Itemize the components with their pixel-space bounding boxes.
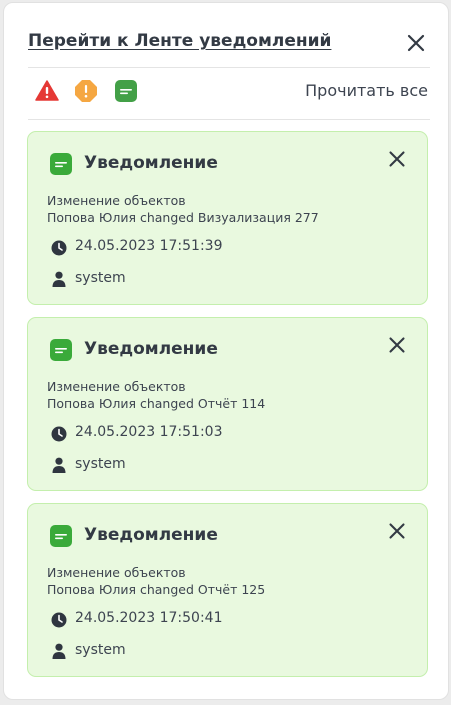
user-icon <box>52 643 66 659</box>
notification-category: Изменение объектов <box>47 565 186 580</box>
notification-user: system <box>75 456 126 472</box>
notification-message-icon <box>50 339 72 361</box>
clock-icon <box>51 426 67 442</box>
header-divider <box>28 67 430 68</box>
filter-notifications-button[interactable] <box>114 79 138 103</box>
notification-card: Уведомление Изменение объектов Попова Юл… <box>27 317 428 491</box>
notification-title: Уведомление <box>84 525 218 545</box>
notification-message: Попова Юлия changed Визуализация 277 <box>47 210 319 225</box>
dismiss-notification-button[interactable] <box>386 334 408 356</box>
close-icon <box>389 151 405 167</box>
clock-icon <box>51 612 67 628</box>
notification-title: Уведомление <box>84 339 218 359</box>
close-icon <box>389 337 405 353</box>
notification-category: Изменение объектов <box>47 379 186 394</box>
notification-message: Попова Юлия changed Отчёт 114 <box>47 396 266 411</box>
error-triangle-icon <box>35 80 59 101</box>
user-icon <box>52 271 66 287</box>
clock-icon <box>51 240 67 256</box>
notification-message-icon <box>50 153 72 175</box>
toolbar-divider <box>28 119 430 120</box>
notification-timestamp: 24.05.2023 17:51:03 <box>75 424 223 440</box>
notification-message-icon <box>50 525 72 547</box>
filter-errors-button[interactable] <box>35 79 59 103</box>
notification-timestamp: 24.05.2023 17:50:41 <box>75 610 223 626</box>
notification-user: system <box>75 270 126 286</box>
warning-octagon-icon <box>75 80 97 102</box>
notification-user: system <box>75 642 126 658</box>
filter-warnings-button[interactable] <box>74 79 98 103</box>
notification-message: Попова Юлия changed Отчёт 125 <box>47 582 266 597</box>
notification-category: Изменение объектов <box>47 193 186 208</box>
notification-message-icon <box>115 80 137 102</box>
notification-timestamp: 24.05.2023 17:51:39 <box>75 238 223 254</box>
notification-card: Уведомление Изменение объектов Попова Юл… <box>27 131 428 305</box>
read-all-button[interactable]: Прочитать все <box>305 81 428 100</box>
dismiss-notification-button[interactable] <box>386 520 408 542</box>
close-icon <box>407 34 425 52</box>
close-panel-button[interactable] <box>405 32 427 54</box>
notifications-panel: Перейти к Ленте уведомлений Прочитать вс… <box>3 2 449 700</box>
close-icon <box>389 523 405 539</box>
go-to-notification-feed-link[interactable]: Перейти к Ленте уведомлений <box>28 31 331 51</box>
dismiss-notification-button[interactable] <box>386 148 408 170</box>
notification-card: Уведомление Изменение объектов Попова Юл… <box>27 503 428 677</box>
notification-title: Уведомление <box>84 153 218 173</box>
user-icon <box>52 457 66 473</box>
